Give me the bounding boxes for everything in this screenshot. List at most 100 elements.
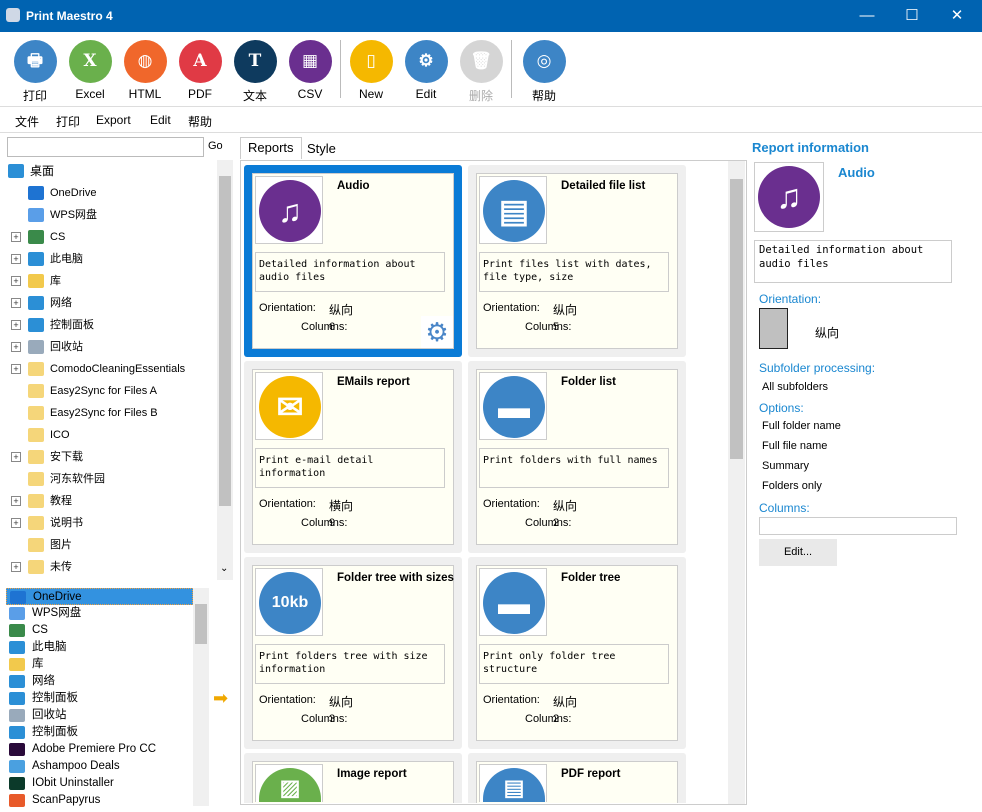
- list-item[interactable]: Adobe Premiere Pro CC: [6, 741, 193, 758]
- network-icon: [9, 675, 25, 688]
- menu-item[interactable]: Edit: [150, 113, 171, 127]
- tree-item[interactable]: + 说明书: [0, 512, 215, 534]
- tree-item[interactable]: WPS网盘: [0, 204, 215, 226]
- report-card[interactable]: ♫ Audio Detailed information about audio f…: [244, 165, 462, 357]
- toolbar-button-lifebuoy[interactable]: ◎ 帮助: [517, 40, 571, 104]
- expand-icon[interactable]: +: [11, 452, 21, 462]
- tree-scrollbar[interactable]: ⌄: [217, 160, 233, 580]
- list-item[interactable]: 网络: [6, 673, 193, 690]
- expand-icon[interactable]: +: [11, 496, 21, 506]
- expand-icon[interactable]: +: [11, 254, 21, 264]
- report-card-title: EMails report: [337, 376, 410, 388]
- tree-item[interactable]: 桌面: [0, 160, 215, 182]
- list-item[interactable]: IObit Uninstaller: [6, 775, 193, 792]
- list-item[interactable]: 此电脑: [6, 639, 193, 656]
- tree-item[interactable]: ICO: [0, 424, 215, 446]
- expand-icon[interactable]: +: [11, 298, 21, 308]
- report-card[interactable]: ▤ Detailed file list Print files list with…: [468, 165, 686, 357]
- expand-icon[interactable]: +: [11, 562, 21, 572]
- tree-item-label: 桌面: [30, 164, 55, 178]
- menu-item[interactable]: Export: [96, 113, 131, 127]
- folder-search-input[interactable]: [7, 137, 204, 157]
- menu-item[interactable]: 打印: [56, 113, 80, 130]
- report-card[interactable]: ✉ EMails report Print e-mail detail inform…: [244, 361, 462, 553]
- list-item[interactable]: 回收站: [6, 707, 193, 724]
- reports-scroll-thumb[interactable]: [730, 179, 743, 459]
- go-button[interactable]: Go: [208, 140, 223, 152]
- maximize-button[interactable]: ☐: [889, 0, 935, 32]
- tree-item[interactable]: OneDrive: [0, 182, 215, 204]
- reports-scrollbar[interactable]: [728, 161, 745, 804]
- tree-item[interactable]: 图片: [0, 534, 215, 556]
- list-item[interactable]: 控制面板: [6, 690, 193, 707]
- expand-icon[interactable]: +: [11, 364, 21, 374]
- report-card-body: ✉ EMails report Print e-mail detail inform…: [252, 369, 454, 545]
- tree-item[interactable]: + 网络: [0, 292, 215, 314]
- tree-item[interactable]: + 此电脑: [0, 248, 215, 270]
- toolbar-button-gear[interactable]: ⚙ Edit: [399, 40, 453, 101]
- report-card[interactable]: 10kb Folder tree with sizes Print folders …: [244, 557, 462, 749]
- list-item[interactable]: Ashampoo Deals: [6, 758, 193, 775]
- report-card[interactable]: ▬ Folder tree Print only folder tree struc…: [468, 557, 686, 749]
- recycle-bin-icon: [9, 709, 25, 722]
- folder-icon: [28, 538, 44, 552]
- close-button[interactable]: ✕: [934, 0, 980, 32]
- toolbar-button-printer[interactable]: 🖶 打印: [8, 40, 62, 104]
- toolbar-button-pdf[interactable]: A PDF: [173, 40, 227, 101]
- tree-item[interactable]: + CS: [0, 226, 215, 248]
- list-item[interactable]: 控制面板: [6, 724, 193, 741]
- list-item[interactable]: OneDrive: [6, 588, 193, 605]
- expand-icon[interactable]: +: [11, 518, 21, 528]
- tree-item[interactable]: + 教程: [0, 490, 215, 512]
- card-settings-gear-icon[interactable]: ⚙: [421, 316, 453, 348]
- toolbar-button-text[interactable]: T 文本: [228, 40, 282, 104]
- minimize-button[interactable]: —: [844, 0, 890, 32]
- expand-icon[interactable]: +: [11, 276, 21, 286]
- tree-item[interactable]: + 安下载: [0, 446, 215, 468]
- report-card[interactable]: ▤ PDF report: [468, 753, 686, 803]
- report-card[interactable]: ▬ Folder list Print folders with full name…: [468, 361, 686, 553]
- columns-label: Columns:: [301, 713, 348, 725]
- toolbar-button-label: 文本: [242, 89, 267, 103]
- toolbar-button-csv[interactable]: ▦ CSV: [283, 40, 337, 101]
- edit-columns-button[interactable]: Edit...: [759, 539, 837, 566]
- tree-item[interactable]: + 库: [0, 270, 215, 292]
- tree-item[interactable]: 河东软件园: [0, 468, 215, 490]
- list-scrollbar[interactable]: [193, 588, 209, 806]
- list-item[interactable]: 库: [6, 656, 193, 673]
- menu-item[interactable]: 帮助: [188, 113, 212, 130]
- arrow-right-icon[interactable]: ➡: [213, 688, 228, 709]
- tab-reports[interactable]: Reports: [240, 137, 302, 159]
- tree-item[interactable]: Easy2Sync for Files B: [0, 402, 215, 424]
- report-card[interactable]: ▨ Image report: [244, 753, 462, 803]
- csv-icon: ▦: [288, 40, 332, 83]
- report-card-title: Folder list: [561, 376, 616, 388]
- scroll-down-icon[interactable]: ⌄: [220, 563, 228, 574]
- toolbar-button-trash[interactable]: 🗑 删除: [454, 40, 508, 104]
- tree-item[interactable]: + ComodoCleaningEssentials: [0, 358, 215, 380]
- list-scroll-thumb[interactable]: [195, 604, 207, 644]
- onedrive-icon: [10, 591, 26, 604]
- tree-item[interactable]: Easy2Sync for Files A: [0, 380, 215, 402]
- list-item[interactable]: WPS网盘: [6, 605, 193, 622]
- option-item: Summary: [762, 460, 810, 472]
- tree-item[interactable]: + 控制面板: [0, 314, 215, 336]
- expand-icon[interactable]: +: [11, 342, 21, 352]
- tree-item[interactable]: + 未传: [0, 556, 215, 578]
- tab-style[interactable]: Style: [300, 139, 343, 161]
- toolbar-button-label: 帮助: [531, 89, 556, 103]
- tree-scroll-thumb[interactable]: [219, 176, 231, 506]
- expand-icon[interactable]: +: [11, 320, 21, 330]
- columns-field[interactable]: [759, 517, 957, 535]
- tree-item-label: 未传: [50, 561, 72, 573]
- toolbar-button-new-document[interactable]: ▯ New: [344, 40, 398, 101]
- report-card-title: Image report: [337, 768, 407, 780]
- toolbar-button-html[interactable]: ◍ HTML: [118, 40, 172, 101]
- toolbar-button-excel[interactable]: X Excel: [63, 40, 117, 101]
- expand-icon[interactable]: +: [11, 232, 21, 242]
- list-item[interactable]: CS: [6, 622, 193, 639]
- list-item[interactable]: ScanPapyrus: [6, 792, 193, 809]
- document-list-icon: ▤: [483, 180, 545, 242]
- tree-item[interactable]: + 回收站: [0, 336, 215, 358]
- menu-item[interactable]: 文件: [15, 113, 39, 130]
